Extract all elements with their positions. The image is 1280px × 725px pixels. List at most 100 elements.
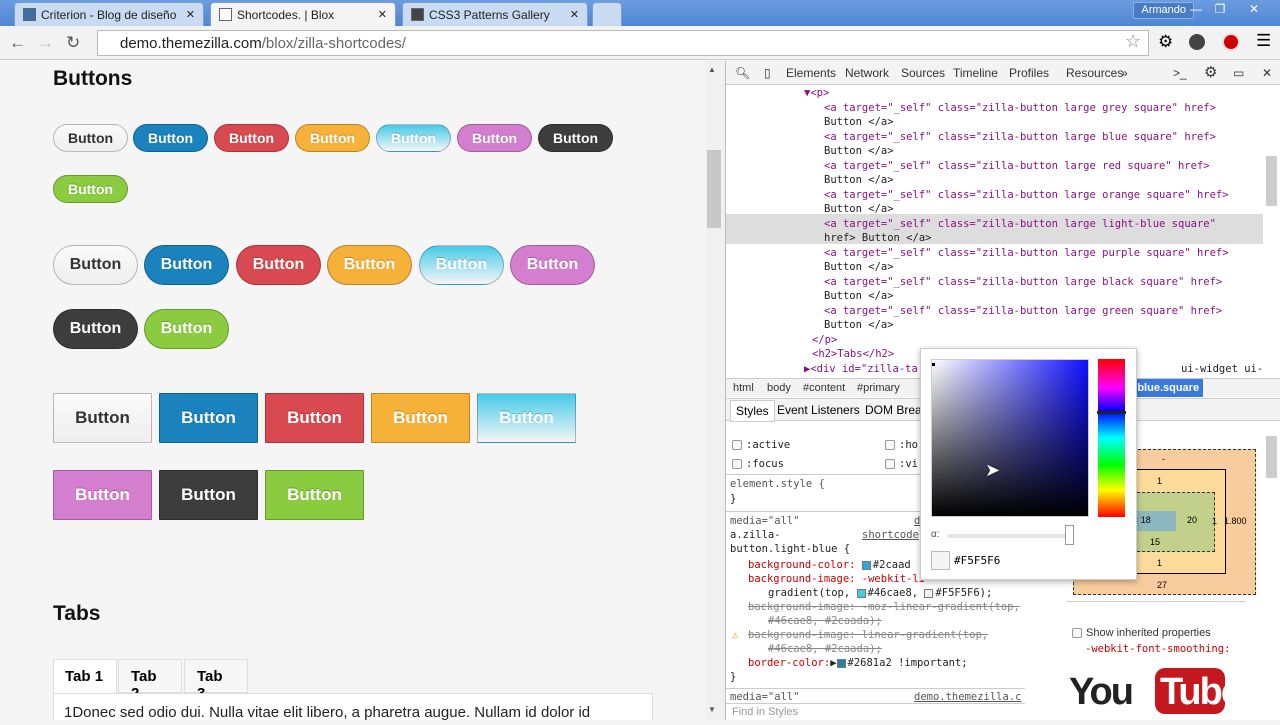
- dom-node-line[interactable]: Button </a>: [824, 202, 894, 217]
- new-tab-button[interactable]: [592, 2, 622, 26]
- tab-timeline[interactable]: Timeline: [953, 66, 998, 80]
- light-blue-button[interactable]: Button: [419, 245, 504, 285]
- blue-button[interactable]: Button: [133, 124, 208, 152]
- black-button[interactable]: Button: [53, 309, 138, 349]
- adblock-icon[interactable]: [1222, 33, 1240, 51]
- grey-button[interactable]: Button: [53, 124, 128, 152]
- purple-button[interactable]: Button: [53, 470, 152, 520]
- dom-node-line[interactable]: <a target="_self" class="zilla-button la…: [824, 101, 1216, 116]
- dom-node-line[interactable]: ui-widget ui-: [1181, 362, 1263, 377]
- state-hover[interactable]: :ho: [885, 439, 918, 451]
- purple-button[interactable]: Button: [510, 245, 595, 285]
- grey-button[interactable]: Button: [53, 393, 152, 443]
- crumb-primary[interactable]: #primary: [857, 382, 900, 394]
- hue-handle[interactable]: [1097, 411, 1126, 414]
- tab-elements[interactable]: Elements: [786, 66, 836, 80]
- dom-node-line[interactable]: Button </a>: [824, 318, 894, 333]
- orange-button[interactable]: Button: [327, 245, 412, 285]
- css-prop-overridden[interactable]: background-image: -moz-linear-gradient(t…: [748, 601, 1020, 613]
- state-focus[interactable]: :focus: [732, 458, 784, 470]
- dom-node-line[interactable]: <a target="_self" class="zilla-button la…: [824, 130, 1216, 145]
- orange-button[interactable]: Button: [371, 393, 470, 443]
- red-button[interactable]: Button: [214, 124, 289, 152]
- gear-icon[interactable]: ⚙: [1158, 32, 1173, 52]
- page-scrollbar[interactable]: ▲ ▼: [705, 61, 725, 720]
- crumb-html[interactable]: html: [733, 382, 754, 394]
- more-tabs-icon[interactable]: »: [1121, 66, 1128, 80]
- element-style[interactable]: element.style {: [730, 478, 825, 490]
- restore-button[interactable]: ❐: [1206, 0, 1234, 19]
- green-button[interactable]: Button: [53, 175, 128, 203]
- dom-node-line[interactable]: Button </a>: [824, 173, 894, 188]
- close-icon[interactable]: ✕: [186, 8, 195, 21]
- color-handle[interactable]: [932, 363, 935, 366]
- tab-3[interactable]: Tab 3: [184, 659, 248, 702]
- purple-button[interactable]: Button: [457, 124, 532, 152]
- back-button[interactable]: ←: [9, 33, 26, 53]
- dom-node-line[interactable]: Button </a>: [824, 144, 894, 159]
- settings-gear-icon[interactable]: ⚙: [1204, 63, 1217, 81]
- grey-button[interactable]: Button: [53, 245, 138, 285]
- blue-button[interactable]: Button: [144, 245, 229, 285]
- styles-scrollbar-thumb[interactable]: [1266, 436, 1277, 478]
- alpha-handle[interactable]: [1065, 525, 1074, 545]
- tab-network[interactable]: Network: [845, 66, 889, 80]
- black-button[interactable]: Button: [159, 470, 258, 520]
- tab-2[interactable]: Tab 2: [118, 659, 182, 702]
- dom-node-line[interactable]: Button </a>: [824, 115, 894, 130]
- green-button[interactable]: Button: [144, 309, 229, 349]
- dom-node-line[interactable]: <a target="_self" class="zilla-button la…: [824, 246, 1229, 261]
- search-icon[interactable]: 🔍︎: [735, 66, 750, 80]
- state-visited[interactable]: :vi: [885, 458, 918, 470]
- hue-slider[interactable]: [1097, 359, 1126, 517]
- dom-node-line[interactable]: Button </a>: [824, 289, 894, 304]
- saturation-value-area[interactable]: [931, 359, 1089, 517]
- red-button[interactable]: Button: [265, 393, 364, 443]
- tab-profiles[interactable]: Profiles: [1009, 66, 1049, 80]
- find-in-styles-input[interactable]: Find in Styles: [726, 703, 1046, 720]
- crumb-content[interactable]: #content: [803, 382, 845, 394]
- dom-node-line[interactable]: <a target="_self" class="zilla-button la…: [824, 159, 1210, 174]
- alpha-slider[interactable]: [948, 534, 1073, 538]
- scrollbar-thumb[interactable]: [707, 150, 721, 228]
- console-icon[interactable]: >_: [1173, 66, 1187, 80]
- close-devtools-icon[interactable]: ✕: [1262, 66, 1272, 80]
- css-prop[interactable]: background-image: -webkit-li: [748, 573, 925, 585]
- browser-tab[interactable]: CSS3 Patterns Gallery ✕: [402, 2, 588, 26]
- light-blue-button[interactable]: Button: [376, 124, 451, 152]
- hex-value[interactable]: #F5F5F6: [954, 554, 1000, 567]
- css-value[interactable]: gradient(top, #46cae8, #F5F5F6);: [768, 587, 992, 599]
- tab-styles[interactable]: Styles: [730, 400, 775, 422]
- rule-source-link[interactable]: shortcode: [862, 529, 919, 541]
- light-blue-button[interactable]: Button: [477, 393, 576, 443]
- dock-icon[interactable]: ▭: [1233, 66, 1244, 80]
- blue-button[interactable]: Button: [159, 393, 258, 443]
- close-window-button[interactable]: ✕: [1236, 0, 1272, 19]
- crumb-body[interactable]: body: [767, 382, 791, 394]
- dom-node-line[interactable]: ▶<div id="zilla-ta: [804, 362, 918, 377]
- show-inherited-checkbox[interactable]: Show inherited properties: [1072, 627, 1211, 639]
- black-button[interactable]: Button: [538, 124, 613, 152]
- red-button[interactable]: Button: [236, 245, 321, 285]
- rule-source-link[interactable]: demo.themezilla.c: [914, 691, 1021, 703]
- tab-1[interactable]: Tab 1: [53, 659, 117, 695]
- tab-dom-breakpoints[interactable]: DOM Brea: [865, 403, 922, 417]
- clock-icon[interactable]: [1189, 34, 1205, 50]
- dom-node-line[interactable]: <a target="_self" class="zilla-button la…: [824, 217, 1216, 232]
- dom-node-line[interactable]: <a target="_self" class="zilla-button la…: [824, 304, 1222, 319]
- css-prop-overridden[interactable]: background-image: linear-gradient(top,: [748, 629, 988, 641]
- crumb-selected[interactable]: t-blue.square: [1126, 379, 1204, 397]
- browser-tab-active[interactable]: Shortcodes. | Blox ✕: [210, 2, 396, 26]
- css-prop[interactable]: background-color: #2caad: [748, 559, 911, 571]
- orange-button[interactable]: Button: [295, 124, 370, 152]
- state-active[interactable]: :active: [732, 439, 790, 451]
- dom-node-line[interactable]: <h2>Tabs</h2>: [812, 347, 894, 362]
- close-icon[interactable]: ✕: [378, 8, 387, 21]
- tab-resources[interactable]: Resources: [1066, 66, 1123, 80]
- dom-node-line[interactable]: <a target="_self" class="zilla-button la…: [824, 188, 1229, 203]
- tab-sources[interactable]: Sources: [901, 66, 945, 80]
- dom-node-line[interactable]: </p>: [812, 333, 837, 348]
- forward-button[interactable]: →: [37, 33, 54, 53]
- green-button[interactable]: Button: [265, 470, 364, 520]
- dom-node-line[interactable]: Button </a>: [824, 260, 894, 275]
